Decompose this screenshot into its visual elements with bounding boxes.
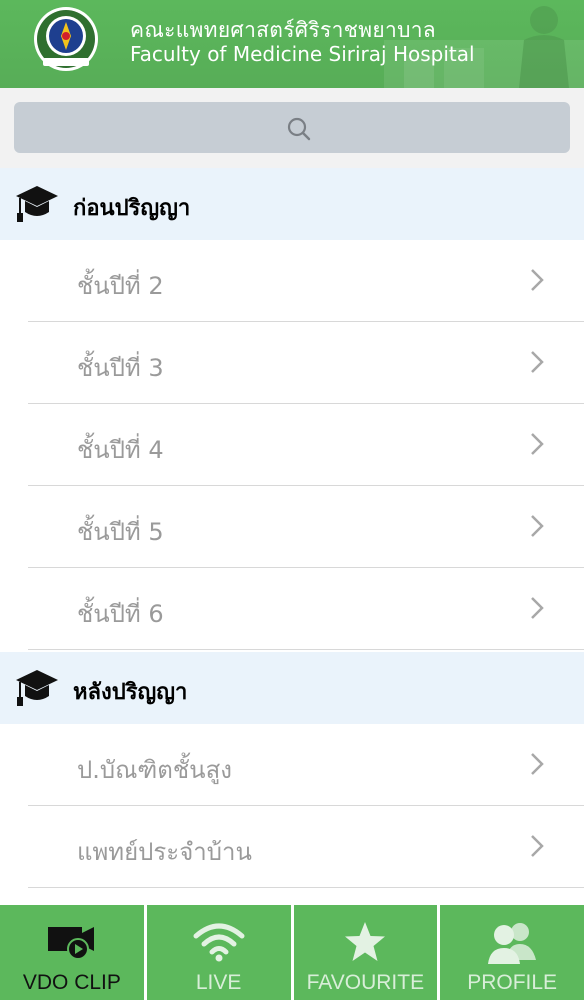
chevron-right-icon	[531, 269, 544, 291]
tab-label: VDO CLIP	[22, 971, 121, 994]
search-icon	[287, 117, 311, 141]
list-item-label: ป.บัณฑิตชั้นสูง	[77, 756, 232, 784]
chevron-right-icon	[531, 515, 544, 537]
list-item-label: แพทย์ประจำบ้าน	[77, 838, 252, 866]
list-item-label: ชั้นปีที่ 4	[77, 436, 164, 464]
star-icon	[345, 922, 386, 961]
search-area	[0, 88, 584, 168]
header-title-english: Faculty of Medicine Siriraj Hospital	[130, 42, 475, 66]
section-header-undergraduate: ก่อนปริญญา	[0, 168, 584, 240]
divider	[28, 649, 584, 650]
tab-favourite[interactable]: FAVOURITE	[294, 905, 441, 1000]
divider	[28, 887, 584, 888]
chevron-right-icon	[531, 597, 544, 619]
chevron-right-icon	[531, 753, 544, 775]
tab-profile[interactable]: PROFILE	[440, 905, 584, 1000]
graduation-cap-icon	[16, 186, 58, 222]
wifi-icon	[193, 923, 245, 962]
tab-label: LIVE	[195, 971, 242, 994]
list-item-year-2[interactable]: ชั้นปีที่ 2	[0, 240, 584, 322]
list-item-residency[interactable]: แพทย์ประจำบ้าน	[0, 806, 584, 888]
tab-label: FAVOURITE	[306, 971, 425, 994]
list-item-year-6[interactable]: ชั้นปีที่ 6	[0, 568, 584, 650]
list-item-year-5[interactable]: ชั้นปีที่ 5	[0, 486, 584, 568]
section-header-postgraduate: หลังปริญญา	[0, 652, 584, 724]
chevron-right-icon	[531, 835, 544, 857]
list-item-label: ชั้นปีที่ 2	[77, 272, 164, 300]
siriraj-logo	[34, 7, 98, 71]
tab-vdo-clip[interactable]: VDO CLIP	[0, 905, 147, 1000]
tab-label: PROFILE	[467, 971, 558, 994]
video-camera-icon	[47, 927, 94, 960]
graduation-cap-icon	[16, 670, 58, 706]
chevron-right-icon	[531, 351, 544, 373]
tab-live[interactable]: LIVE	[147, 905, 294, 1000]
list-item-label: ชั้นปีที่ 5	[77, 518, 164, 546]
bottom-tab-bar: VDO CLIP LIVE FAVOURITE PROFILE	[0, 905, 584, 1000]
list-item-year-4[interactable]: ชั้นปีที่ 4	[0, 404, 584, 486]
section-label: ก่อนปริญญา	[73, 196, 191, 221]
app-header: คณะแพทยศาสตร์ศิริราชพยาบาล Faculty of Me…	[0, 0, 584, 88]
chevron-right-icon	[531, 433, 544, 455]
list-item-year-3[interactable]: ชั้นปีที่ 3	[0, 322, 584, 404]
list-item-label: ชั้นปีที่ 3	[77, 354, 164, 382]
search-input[interactable]	[14, 102, 570, 153]
profile-users-icon	[488, 923, 537, 964]
list-item-higher-diploma[interactable]: ป.บัณฑิตชั้นสูง	[0, 724, 584, 806]
list-item-label: ชั้นปีที่ 6	[77, 600, 164, 628]
section-label: หลังปริญญา	[73, 680, 188, 705]
